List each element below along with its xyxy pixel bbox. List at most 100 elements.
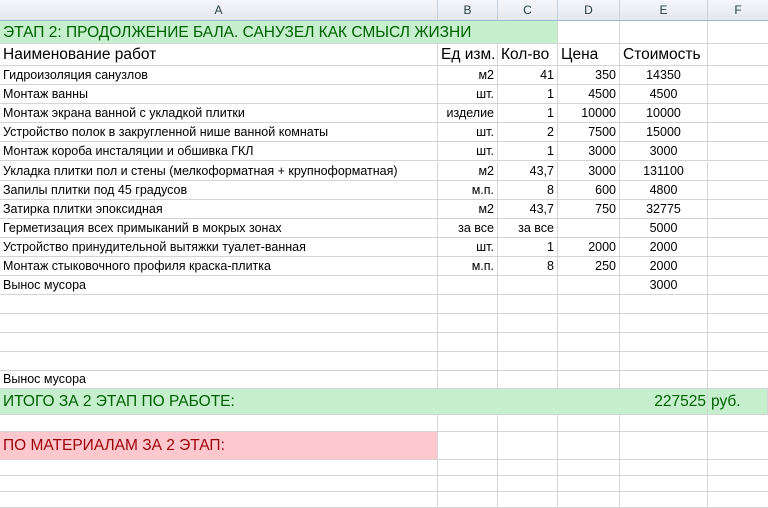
cell-name[interactable]: Монтаж ванны [0,85,438,105]
cell[interactable] [0,333,438,352]
column-header-a[interactable]: A [0,0,438,20]
cell[interactable] [558,476,620,492]
cell-cost[interactable]: 5000 [620,218,708,238]
cell[interactable] [620,314,708,333]
cell[interactable] [0,415,438,432]
cell-cost[interactable]: 2000 [620,257,708,276]
cell-unit[interactable]: м2 [438,66,498,85]
cell[interactable] [558,352,620,371]
cell[interactable] [708,123,768,143]
header-name[interactable]: Наименование работ [0,44,438,66]
cell[interactable] [708,432,768,460]
cell[interactable] [0,492,438,508]
cell[interactable] [708,492,768,508]
cell-name[interactable]: Вынос мусора [0,276,438,296]
cell-price[interactable] [558,276,620,296]
cell-unit[interactable]: шт. [438,142,498,162]
cell-name[interactable]: Герметизация всех примыканий в мокрых зо… [0,218,438,238]
cell[interactable] [708,476,768,492]
cell[interactable] [438,352,498,371]
cell-qty[interactable]: 41 [498,66,558,85]
cell[interactable] [498,295,558,314]
cell[interactable] [708,415,768,432]
cell-price[interactable]: 3000 [558,161,620,181]
cell[interactable] [438,415,498,432]
header-qty[interactable]: Кол-во [498,44,558,66]
cell[interactable] [498,432,558,460]
cell-name[interactable]: Монтаж экрана ванной с укладкой плитки [0,104,438,124]
cell-cost[interactable]: 32775 [620,199,708,219]
materials-label[interactable]: ПО МАТЕРИАЛАМ ЗА 2 ЭТАП: [0,432,438,460]
cell-unit[interactable]: за все [438,218,498,238]
cell[interactable] [558,314,620,333]
column-header-e[interactable]: E [620,0,708,20]
cell[interactable] [708,44,768,66]
cell-name[interactable]: Затирка плитки эпоксидная [0,199,438,219]
cell-cost[interactable]: 131100 [620,161,708,181]
cell-qty[interactable]: 2 [498,123,558,143]
column-header-b[interactable]: B [438,0,498,20]
cell[interactable] [438,314,498,333]
cell-name[interactable]: Укладка плитки пол и стены (мелкоформатн… [0,161,438,181]
cell-unit[interactable]: м2 [438,161,498,181]
cell-unit[interactable]: изделие [438,104,498,124]
cell-qty[interactable]: 1 [498,142,558,162]
cell-price[interactable]: 7500 [558,123,620,143]
cell-name[interactable]: Запилы плитки под 45 градусов [0,180,438,200]
cell[interactable] [620,432,708,460]
cell-cost[interactable]: 4500 [620,85,708,105]
total-currency[interactable]: руб. [708,389,768,415]
cell[interactable] [708,314,768,333]
cell[interactable] [438,295,498,314]
cell-cost[interactable]: 10000 [620,104,708,124]
cell-unit[interactable] [438,276,498,296]
cell-price[interactable] [558,218,620,238]
cell-price[interactable]: 750 [558,199,620,219]
cell[interactable] [708,85,768,105]
column-header-c[interactable]: C [498,0,558,20]
cell-qty[interactable]: 1 [498,237,558,257]
cell[interactable] [438,432,498,460]
cell-unit[interactable]: м.п. [438,257,498,276]
cell[interactable] [708,104,768,124]
cell-price[interactable]: 10000 [558,104,620,124]
cell[interactable] [708,200,768,219]
cell[interactable] [558,295,620,314]
cell[interactable] [620,370,708,389]
cell[interactable] [438,333,498,352]
cell[interactable] [498,352,558,371]
cell[interactable] [708,352,768,371]
cell-qty[interactable]: 43,7 [498,199,558,219]
cell[interactable] [0,460,438,476]
cell[interactable] [0,352,438,371]
cell[interactable] [498,492,558,508]
cell[interactable] [708,333,768,352]
total-label[interactable]: ИТОГО ЗА 2 ЭТАП ПО РАБОТЕ: [0,389,708,415]
stage-title[interactable]: ЭТАП 2: ПРОДОЛЖЕНИЕ БАЛА. САНУЗЕЛ КАК СМ… [0,21,558,44]
cell[interactable] [0,314,438,333]
cell-price[interactable]: 350 [558,66,620,85]
cell[interactable] [558,432,620,460]
cell[interactable] [438,492,498,508]
cell-cost[interactable]: 3000 [620,276,708,296]
cell-price[interactable]: 3000 [558,142,620,162]
cell-name[interactable]: Устройство принудительной вытяжки туалет… [0,237,438,257]
cell[interactable] [620,333,708,352]
header-cost[interactable]: Стоимость [620,44,708,66]
cell-price[interactable]: 4500 [558,85,620,105]
cell-qty[interactable]: за все [498,218,558,238]
cell-qty[interactable] [498,276,558,296]
cell[interactable] [708,370,768,389]
cell[interactable] [498,333,558,352]
cell[interactable] [708,181,768,200]
cell[interactable] [438,460,498,476]
cell[interactable] [708,295,768,314]
cell-unit[interactable]: м2 [438,199,498,219]
cell[interactable] [620,295,708,314]
cell-price[interactable]: 250 [558,257,620,276]
cell[interactable] [558,415,620,432]
column-header-d[interactable]: D [558,0,620,20]
cell[interactable] [620,21,708,44]
cell[interactable] [620,415,708,432]
cell-qty[interactable]: 43,7 [498,161,558,181]
